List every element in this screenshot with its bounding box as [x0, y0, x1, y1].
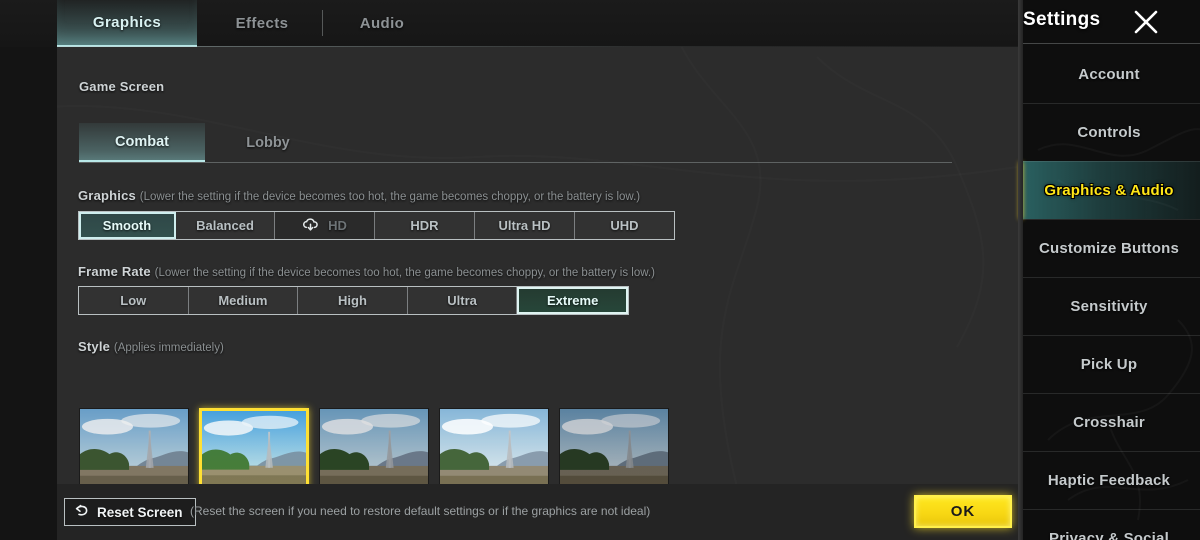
frame-rate-option-high-label: High [338, 293, 367, 308]
reset-screen-note: (Reset the screen if you need to restore… [190, 504, 651, 518]
game-screen-option-combat[interactable]: Combat [79, 123, 205, 162]
tab-graphics[interactable]: Graphics [57, 0, 197, 47]
ok-button-label: OK [950, 503, 976, 520]
sidebar-item-haptic-feedback-label: Haptic Feedback [1047, 472, 1171, 489]
sidebar-item-pick-up-label: Pick Up [1080, 356, 1138, 373]
reset-screen-button-label: Reset Screen [97, 504, 183, 520]
sidebar-nav-list: Account Controls Graphics & Audio Custom… [1018, 45, 1200, 540]
settings-screen: Graphics Effects Audio Game Screen Comba… [0, 0, 1200, 540]
graphics-option-balanced-label: Balanced [196, 218, 254, 233]
frame-rate-option-medium[interactable]: Medium [189, 287, 299, 314]
cloud-download-icon [302, 218, 319, 233]
sidebar-item-graphics-audio-label: Graphics & Audio [1044, 182, 1174, 199]
frame-rate-option-extreme-label: Extreme [547, 293, 599, 308]
game-screen-option-lobby[interactable]: Lobby [205, 123, 331, 162]
graphics-option-smooth-label: Smooth [102, 218, 152, 233]
graphics-option-hdr-label: HDR [410, 218, 439, 233]
tab-audio[interactable]: Audio [327, 0, 437, 47]
top-tab-bar: Graphics Effects Audio [0, 0, 1018, 47]
frame-rate-option-extreme[interactable]: Extreme [517, 287, 628, 314]
graphics-section-title-text: Graphics [78, 188, 136, 203]
sidebar-item-customize-buttons[interactable]: Customize Buttons [1018, 219, 1200, 277]
graphics-settings-panel: Game Screen Combat Lobby Graphics (Lower… [57, 47, 1018, 522]
game-screen-title-text: Game Screen [79, 79, 165, 94]
graphics-option-smooth[interactable]: Smooth [79, 212, 176, 239]
sidebar-header: Settings [1018, 0, 1200, 44]
game-screen-option-combat-label: Combat [115, 133, 169, 150]
frame-rate-option-ultra-label: Ultra [447, 293, 477, 308]
reset-screen-button[interactable]: Reset Screen [64, 498, 196, 526]
tab-effects[interactable]: Effects [197, 0, 327, 47]
style-section-title-text: Style [78, 339, 111, 354]
sidebar-item-crosshair-label: Crosshair [1073, 414, 1145, 431]
frame-rate-section-hint: (Lower the setting if the device becomes… [154, 267, 655, 279]
frame-rate-option-low-label: Low [120, 293, 147, 308]
sidebar-item-privacy-social[interactable]: Privacy & Social [1018, 509, 1200, 540]
sidebar-item-controls-label: Controls [1077, 124, 1141, 141]
sidebar-item-graphics-audio[interactable]: Graphics & Audio [1018, 161, 1200, 219]
sidebar-item-privacy-social-label: Privacy & Social [1049, 530, 1169, 540]
frame-rate-option-high[interactable]: High [298, 287, 408, 314]
close-icon[interactable] [1128, 6, 1164, 38]
sidebar-item-sensitivity-label: Sensitivity [1070, 298, 1148, 315]
bottom-action-bar: Reset Screen (Reset the screen if you ne… [57, 484, 1018, 540]
graphics-section-hint: (Lower the setting if the device becomes… [139, 191, 641, 203]
frame-rate-segmented: Low Medium High Ultra Extreme [78, 286, 629, 315]
graphics-option-ultra-hd-label: Ultra HD [498, 218, 551, 233]
graphics-option-hd[interactable]: HD [275, 212, 375, 239]
graphics-option-uhd[interactable]: UHD [575, 212, 674, 239]
sidebar-item-sensitivity[interactable]: Sensitivity [1018, 277, 1200, 335]
sidebar-scroll-edge[interactable] [1018, 0, 1023, 540]
graphics-section-title: Graphics (Lower the setting if the devic… [78, 188, 640, 203]
sidebar-item-crosshair[interactable]: Crosshair [1018, 393, 1200, 451]
sidebar-item-haptic-feedback[interactable]: Haptic Feedback [1018, 451, 1200, 509]
settings-sidebar: Settings Account Controls Graphics & Aud… [1018, 0, 1200, 540]
tab-effects-label: Effects [235, 15, 289, 32]
ok-button[interactable]: OK [914, 495, 1012, 528]
sidebar-item-pick-up[interactable]: Pick Up [1018, 335, 1200, 393]
left-gutter [0, 47, 57, 540]
style-section-title: Style (Applies immediately) [78, 339, 224, 354]
sidebar-item-controls[interactable]: Controls [1018, 103, 1200, 161]
sidebar-header-rule [1018, 43, 1200, 44]
game-screen-title: Game Screen [79, 79, 164, 94]
game-screen-toggle: Combat Lobby [79, 123, 952, 163]
frame-rate-section-title: Frame Rate (Lower the setting if the dev… [78, 264, 655, 279]
sidebar-title: Settings [1023, 9, 1101, 30]
frame-rate-option-ultra[interactable]: Ultra [408, 287, 518, 314]
sidebar-item-account[interactable]: Account [1018, 45, 1200, 103]
frame-rate-option-medium-label: Medium [218, 293, 268, 308]
sidebar-item-customize-buttons-label: Customize Buttons [1038, 240, 1180, 257]
tab-audio-label: Audio [359, 15, 405, 32]
tab-graphics-label: Graphics [92, 14, 162, 31]
graphics-option-hdr[interactable]: HDR [375, 212, 475, 239]
tab-bar-rule [57, 46, 1018, 47]
graphics-option-uhd-label: UHD [610, 218, 639, 233]
frame-rate-option-low[interactable]: Low [79, 287, 189, 314]
graphics-option-balanced[interactable]: Balanced [176, 212, 275, 239]
undo-arrow-icon [74, 504, 90, 521]
style-section-hint: (Applies immediately) [113, 342, 224, 354]
graphics-option-ultra-hd[interactable]: Ultra HD [475, 212, 575, 239]
sidebar-item-account-label: Account [1078, 65, 1140, 83]
tab-separator [322, 10, 323, 36]
graphics-quality-segmented: Smooth Balanced HD HDR Ultra HD UHD [78, 211, 675, 240]
graphics-option-hd-label: HD [328, 218, 347, 233]
frame-rate-section-title-text: Frame Rate [78, 264, 151, 279]
game-screen-option-lobby-label: Lobby [246, 134, 290, 151]
